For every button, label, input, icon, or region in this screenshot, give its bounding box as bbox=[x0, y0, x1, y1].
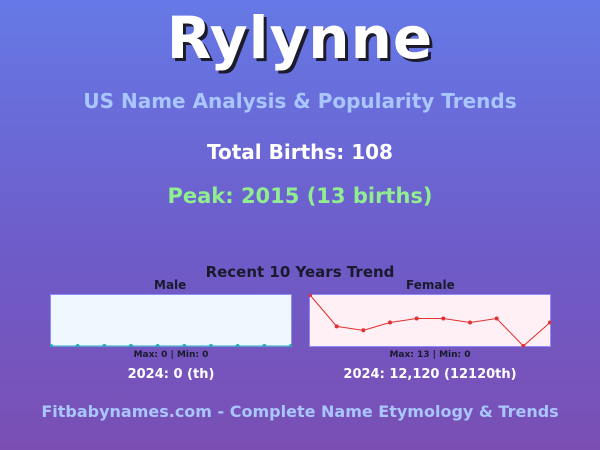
total-births: Total Births: 108 bbox=[207, 140, 393, 164]
female-panel-label: Female bbox=[406, 278, 455, 292]
female-data-point bbox=[414, 316, 419, 321]
male-trend-chart bbox=[50, 294, 292, 347]
male-rank: 2024: 0 (th) bbox=[127, 367, 215, 382]
female-data-point bbox=[468, 320, 472, 325]
female-data-point bbox=[388, 320, 392, 325]
female-rank: 2024: 12,120 (12120th) bbox=[343, 367, 517, 382]
female-trend-chart bbox=[309, 294, 551, 347]
footer-credit: Fitbabynames.com - Complete Name Etymolo… bbox=[41, 402, 559, 421]
female-data-point bbox=[361, 328, 366, 333]
female-data-point bbox=[334, 324, 339, 329]
name-title: Rylynne bbox=[166, 4, 434, 72]
female-data-point bbox=[494, 316, 499, 321]
peak-year: Peak: 2015 (13 births) bbox=[167, 184, 433, 208]
male-panel-label: Male bbox=[154, 278, 187, 292]
female-panel-background bbox=[309, 294, 551, 347]
subtitle: US Name Analysis & Popularity Trends bbox=[83, 89, 517, 113]
male-maxmin: Max: 0 | Min: 0 bbox=[133, 350, 209, 360]
male-panel-background bbox=[50, 294, 292, 347]
female-data-point bbox=[441, 316, 446, 321]
trend-title: Recent 10 Years Trend bbox=[205, 263, 395, 281]
female-maxmin: Max: 13 | Min: 0 bbox=[389, 350, 471, 360]
